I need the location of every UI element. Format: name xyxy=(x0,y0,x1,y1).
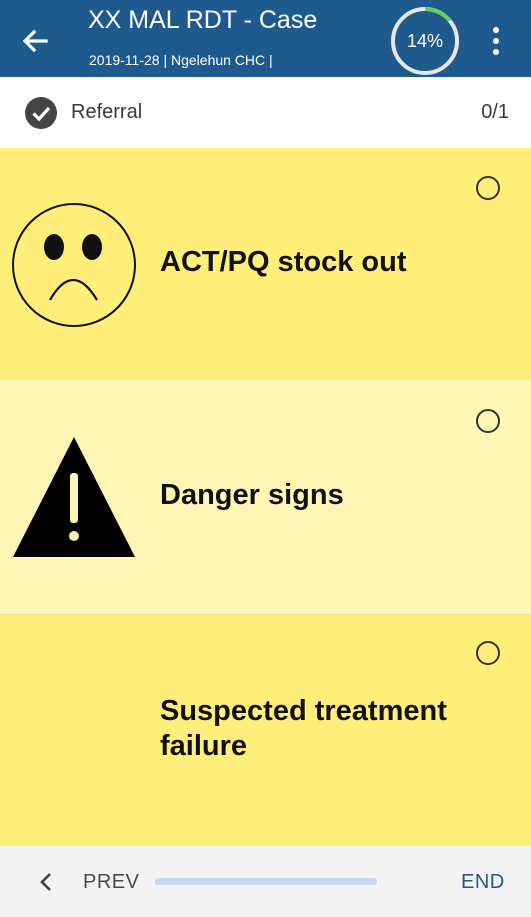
sad-face-icon xyxy=(12,203,136,327)
option-act-pq-stock-out[interactable]: ACT/PQ stock out xyxy=(0,148,531,380)
check-circle-icon xyxy=(25,97,57,129)
option-label: Danger signs xyxy=(160,479,344,511)
radio-button[interactable] xyxy=(476,409,500,433)
back-arrow-icon[interactable] xyxy=(18,24,52,58)
prev-button[interactable]: PREV xyxy=(83,871,139,894)
navigation-progress-track xyxy=(155,878,377,885)
bottom-navigation: PREV END xyxy=(0,846,531,917)
radio-button[interactable] xyxy=(476,641,500,665)
option-label: ACT/PQ stock out xyxy=(160,246,407,278)
app-bar: XX MAL RDT - Case 2019-11-28 | Ngelehun … xyxy=(0,0,531,77)
end-button[interactable]: END xyxy=(461,871,505,894)
form-title: XX MAL RDT - Case xyxy=(88,6,318,34)
progress-percent: 14% xyxy=(406,30,444,51)
warning-icon xyxy=(13,437,135,557)
section-label: Referral xyxy=(71,101,143,123)
form-subtitle: 2019-11-28 | Ngelehun CHC | xyxy=(89,52,273,68)
option-suspected-treatment-failure[interactable]: Suspected treatment failure xyxy=(0,613,531,846)
radio-button[interactable] xyxy=(476,176,500,200)
option-danger-signs[interactable]: Danger signs xyxy=(0,380,531,612)
option-label: Suspected treatment failure xyxy=(160,695,447,762)
section-count: 0/1 xyxy=(481,101,509,123)
chevron-left-icon[interactable] xyxy=(38,872,56,892)
more-options-icon[interactable] xyxy=(488,26,504,56)
